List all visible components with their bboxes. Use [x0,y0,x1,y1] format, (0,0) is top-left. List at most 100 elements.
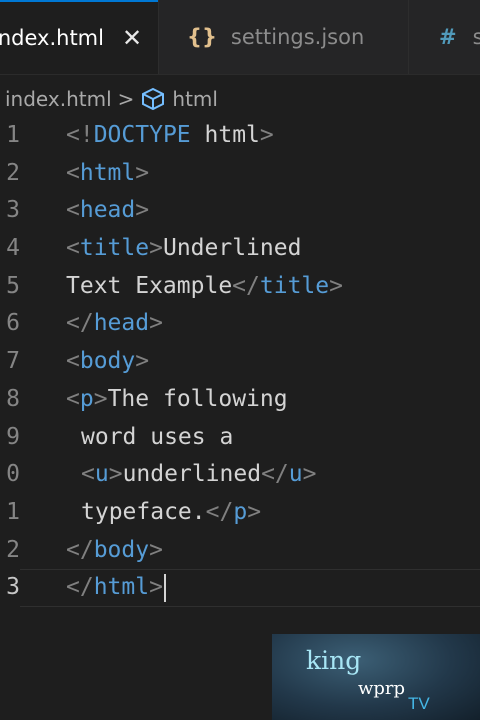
breadcrumb-file[interactable]: index.html [5,87,112,111]
code-token: > [149,235,163,262]
code-token: </ [66,574,94,601]
code-text: <p>The following [66,381,288,419]
tab-bar: index.html ✕ {} settings.json # s [0,0,480,75]
line-number: 6 [6,310,20,337]
json-braces-icon: {} [187,25,217,49]
breadcrumb: index.html > html [0,80,480,118]
code-token: p [79,385,94,412]
breadcrumb-symbol[interactable]: html [172,87,218,111]
code-token: title [79,235,150,262]
code-token: head [79,197,136,224]
code-token: title [259,272,330,299]
code-text: Text Example</title> [66,268,343,306]
html-element-icon [140,87,166,111]
code-token: </ [232,272,260,299]
line-number: 3 [6,197,20,224]
tab-stylesheet[interactable]: # s [408,0,480,74]
code-token: body [93,536,150,563]
code-token: html [79,159,136,186]
tab-label: s [473,25,480,49]
tab-index-html[interactable]: index.html ✕ [0,0,158,74]
code-token: body [79,348,136,375]
code-text: <title>Underlined [66,230,301,268]
code-token: typeface. [81,498,206,525]
code-text: <head> [66,192,149,230]
watermark-line2: wprp [358,678,406,699]
code-token: > [135,348,150,375]
code-token: > [329,272,343,299]
code-token: < [66,385,80,412]
line-number: 0 [6,461,20,488]
line-number: 1 [6,122,20,148]
code-token: < [66,348,80,375]
code-text: typeface.</p> [81,494,261,532]
code-line[interactable]: 4 <title>Underlined [0,230,480,268]
line-number: 2 [6,536,20,563]
code-token: DOCTYPE [93,122,191,148]
code-token: </ [261,461,289,488]
line-number: 2 [6,159,20,186]
code-line[interactable]: 3 <head> [0,192,480,230]
code-token: head [93,310,150,337]
code-token: <! [66,122,94,148]
line-number: 4 [6,235,20,262]
code-line[interactable]: 1 <!DOCTYPE html> [0,117,480,155]
code-token: Underlined [162,235,302,262]
code-token: underlined [122,461,262,488]
code-token: > [149,574,163,601]
code-token: html [93,574,150,601]
code-line[interactable]: 2 </body> [0,532,480,570]
code-token: u [288,461,303,488]
watermark-line1: king [306,646,362,675]
code-text: </body> [66,532,163,570]
code-editor[interactable]: 1 <!DOCTYPE html> 2 <html> 3 <head> 4 <title>Un… [0,117,480,607]
code-text: <html> [66,155,149,193]
css-hash-icon: # [439,25,457,49]
code-text: <!DOCTYPE html> [66,117,274,155]
text-cursor [163,573,166,602]
code-token: < [81,461,95,488]
code-line[interactable]: 5 Text Example</title> [0,268,480,306]
line-number: 5 [6,272,20,299]
code-token: html [204,122,260,148]
tab-label: settings.json [230,25,365,49]
line-number: 1 [6,498,20,525]
code-text: </head> [66,305,163,343]
chevron-right-icon: > [117,87,135,111]
code-line[interactable]: 9 word uses a [0,419,480,457]
code-text: <u>underlined</u> [81,456,316,494]
code-token: > [108,461,123,488]
code-token: < [66,159,80,186]
code-line[interactable]: 8 <p>The following [0,381,480,419]
code-token: p [233,498,248,525]
code-token: < [66,235,80,262]
code-text: word uses a [81,419,233,457]
code-token: Text Example [66,272,233,299]
code-text: </html> [66,569,166,607]
tab-settings-json[interactable]: {} settings.json [158,0,408,74]
code-text: <body> [66,343,149,381]
close-icon[interactable]: ✕ [122,24,142,52]
code-token: > [93,385,108,412]
line-number: 9 [6,423,20,450]
code-line[interactable]: 2 <html> [0,155,480,193]
code-line[interactable]: 3 </html> [0,569,480,607]
code-line[interactable]: 6 </head> [0,305,480,343]
code-token: </ [205,498,234,525]
channel-watermark: king wprp TV [272,634,480,720]
code-token: The following [107,385,288,412]
code-token: > [247,498,262,525]
code-token: > [135,159,150,186]
code-token: u [94,461,109,488]
code-line[interactable]: 0 <u>underlined</u> [0,456,480,494]
code-token: > [149,536,163,563]
code-token: > [259,122,274,148]
code-line[interactable]: 7 <body> [0,343,480,381]
code-token: > [302,461,317,488]
line-number: 3 [6,574,20,601]
code-token: </ [66,310,94,337]
watermark-line3: TV [408,694,430,713]
code-token: </ [66,536,94,563]
code-line[interactable]: 1 typeface.</p> [0,494,480,532]
